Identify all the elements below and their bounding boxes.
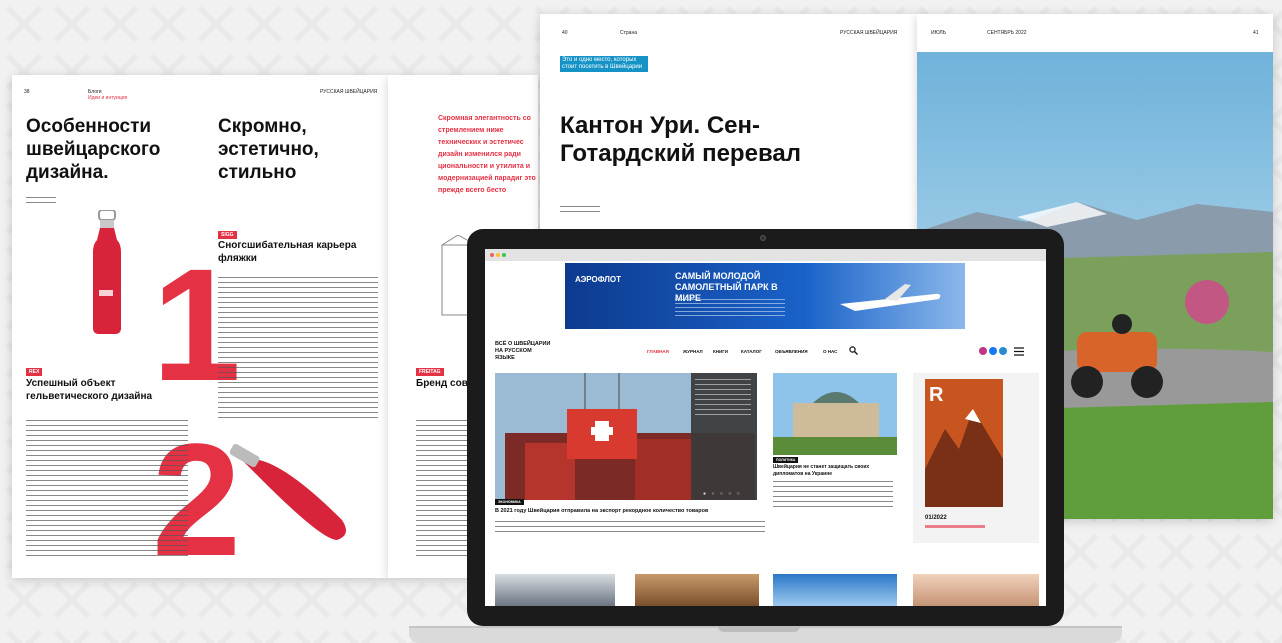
pull-quote: Скромная элегантность со стремлением ниж… — [438, 115, 536, 194]
banner-logo: АЭРОФЛОТ — [575, 275, 621, 284]
side-article-title[interactable]: Швейцария не станет защищать своих дипло… — [773, 464, 897, 477]
thumbnail-2[interactable] — [635, 574, 759, 606]
webcam-icon — [760, 235, 766, 241]
magazine-links[interactable] — [925, 525, 985, 528]
article-title: Кантон Ури. Сен-Готардский перевал — [560, 112, 801, 167]
hero-tag: ЭКОНОМИКА — [495, 499, 524, 505]
nav-item-magazine[interactable]: ЖУРНАЛ — [683, 349, 703, 354]
thumbnail-3[interactable] — [773, 574, 897, 606]
side-tag: ПОЛИТИКА — [773, 457, 799, 463]
telegram-icon[interactable] — [999, 347, 1007, 355]
tag-sigg: SIGG — [218, 231, 237, 239]
instagram-icon[interactable] — [979, 347, 987, 355]
kicker: Это и одно место, которых стоит посетить… — [560, 56, 648, 72]
magazine-promo[interactable]: R 01/2022 — [913, 373, 1039, 543]
subheading-sigg: Сногсшибательная карьера фляжки — [218, 240, 357, 264]
thumbnail-1[interactable] — [495, 574, 615, 606]
side-excerpt — [773, 481, 893, 511]
site-logo[interactable]: ВСЁ О ШВЕЙЦАРИИ НА РУССКОМ ЯЗЫКЕ — [495, 341, 551, 362]
nav-item-classifieds[interactable]: ОБЪЯВЛЕНИЯ — [775, 349, 808, 354]
page-number: 41 — [1253, 30, 1259, 36]
cover-letter: R — [929, 384, 944, 406]
column-title: Скромно, эстетично, стильно — [218, 116, 319, 183]
browser-titlebar — [485, 249, 1046, 261]
header-right: РУССКАЯ ШВЕЙЦАРИЯ — [320, 89, 378, 95]
peeler-image — [229, 443, 346, 540]
facebook-icon[interactable] — [989, 347, 997, 355]
date-label: СЕНТЯБРЬ 2022 — [987, 30, 1027, 36]
page-number: 40 — [562, 30, 568, 36]
article-title: Особенности швейцарского дизайна. — [26, 116, 161, 183]
section-label: ИЮЛЬ — [931, 30, 946, 36]
nav-item-home[interactable]: ГЛАВНАЯ — [647, 349, 669, 354]
slider-dots[interactable]: ● ○ ○ ○ ○ — [703, 491, 742, 497]
body-text — [26, 420, 188, 560]
minimize-dot-icon[interactable] — [496, 253, 500, 257]
site-header: ВСЁ О ШВЕЙЦАРИИ НА РУССКОМ ЯЗЫКЕ ГЛАВНАЯ… — [485, 335, 1046, 371]
water-bottle-image — [93, 210, 121, 334]
menu-icon[interactable] — [1014, 347, 1024, 356]
side-article-image[interactable] — [773, 373, 897, 455]
search-icon[interactable] — [849, 346, 858, 355]
hero-caption[interactable]: В 2021 году Швейцария отправила на экспо… — [495, 508, 765, 515]
hero-excerpt — [495, 521, 765, 533]
magazine-cover-image: R — [925, 379, 1003, 507]
body-text — [218, 277, 378, 422]
hero-slider[interactable]: ● ○ ○ ○ ○ — [495, 373, 757, 500]
close-dot-icon[interactable] — [490, 253, 494, 257]
website-screen: АЭРОФЛОТ САМЫЙ МОЛОДОЙ САМОЛЕТНЫЙ ПАРК В… — [485, 249, 1046, 606]
magazine-page-design: 38 Блоги Идеи и интуиция РУССКАЯ ШВЕЙЦАР… — [12, 75, 388, 580]
header-right: РУССКАЯ ШВЕЙЦАРИЯ — [840, 30, 898, 36]
nav-item-catalog[interactable]: КАТАЛОГ — [741, 349, 762, 354]
magazine-issue: 01/2022 — [925, 515, 947, 521]
nav-item-books[interactable]: КНИГИ — [713, 349, 728, 354]
section-sub: Идеи и интуиция — [88, 95, 128, 101]
tag-rex: REX — [26, 368, 43, 376]
section-label: Страна — [620, 30, 638, 36]
subheading-rex: Успешный объект гельветического дизайна — [26, 378, 153, 402]
maximize-dot-icon[interactable] — [502, 253, 506, 257]
thumbnail-4[interactable] — [913, 574, 1039, 606]
tag-freitag: FREITAG — [416, 368, 444, 376]
nav-item-about[interactable]: О НАС — [823, 349, 837, 354]
page-number: 38 — [24, 89, 30, 95]
ad-banner[interactable]: АЭРОФЛОТ САМЫЙ МОЛОДОЙ САМОЛЕТНЫЙ ПАРК В… — [565, 263, 965, 329]
airplane-image — [840, 284, 941, 311]
laptop-notch — [718, 626, 800, 632]
